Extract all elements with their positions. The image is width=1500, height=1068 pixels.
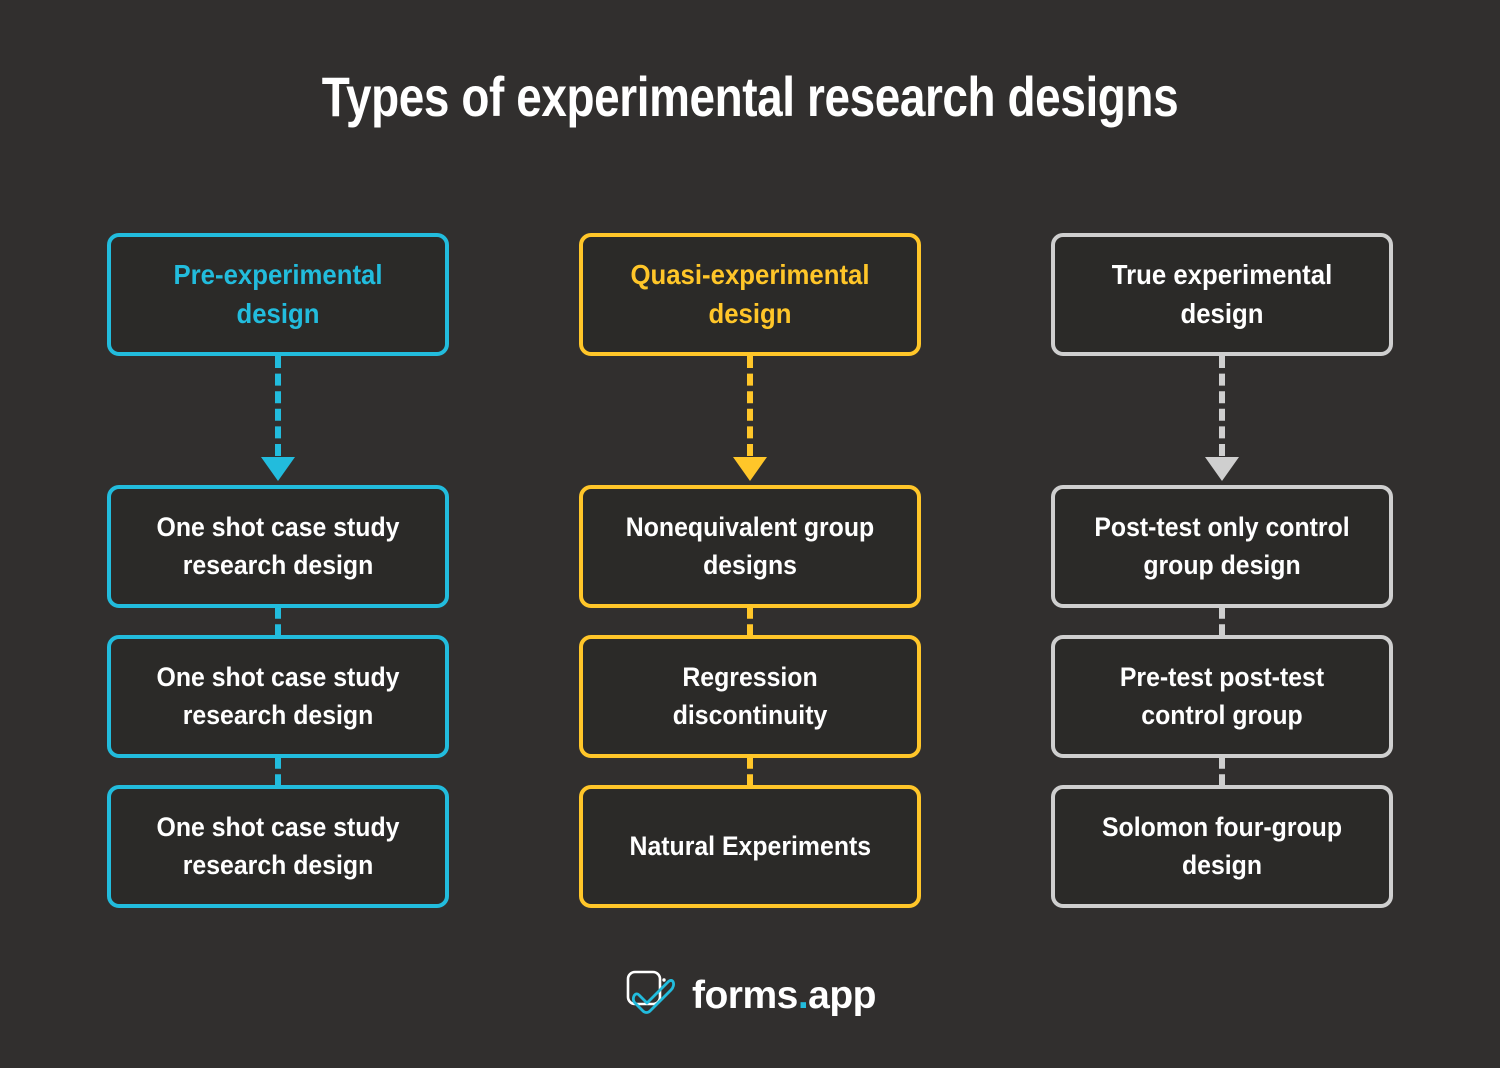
arrowhead-down-icon [733, 457, 767, 481]
node-true-item-3[interactable]: Solomon four-group design [1051, 785, 1393, 908]
node-label: Nonequivalent group designs [625, 512, 875, 580]
dashed-line [747, 758, 753, 785]
node-label: True experimental design [1111, 258, 1333, 329]
node-label: Regression discontinuity [672, 662, 828, 730]
dashed-line [1219, 608, 1225, 635]
node-quasi-experimental-design[interactable]: Quasi-experimental design [579, 233, 921, 356]
node-true-item-1[interactable]: Post-test only control group design [1051, 485, 1393, 608]
node-quasi-item-1[interactable]: Nonequivalent group designs [579, 485, 921, 608]
node-pre-experimental-design[interactable]: Pre-experimental design [107, 233, 449, 356]
dashed-line [747, 356, 753, 456]
node-label: Pre-experimental design [173, 258, 383, 329]
connector-item-1-to-item-2 [1051, 608, 1393, 635]
node-true-item-2[interactable]: Pre-test post-test control group [1051, 635, 1393, 758]
connector-item-2-to-item-3 [1051, 758, 1393, 785]
page-title: Types of experimental research designs [321, 65, 1179, 128]
dashed-line [747, 608, 753, 635]
node-label: Natural Experiments [629, 830, 871, 861]
node-pre-item-3[interactable]: One shot case study research design [107, 785, 449, 908]
connector-item-2-to-item-3 [107, 758, 449, 785]
node-pre-item-2[interactable]: One shot case study research design [107, 635, 449, 758]
connector-arrow-head-to-item-1 [579, 356, 921, 485]
node-quasi-item-3[interactable]: Natural Experiments [579, 785, 921, 908]
node-label: Quasi-experimental design [630, 258, 870, 329]
brand-suffix: app [808, 973, 877, 1017]
forms-app-check-logo-icon [626, 970, 675, 1014]
node-quasi-item-2[interactable]: Regression discontinuity [579, 635, 921, 758]
brand-name: forms [691, 973, 798, 1017]
dashed-line [1219, 758, 1225, 785]
footer-brand: forms.app [0, 968, 1500, 1022]
dashed-line [275, 608, 281, 635]
node-label: One shot case study research design [156, 512, 400, 580]
node-label: One shot case study research design [156, 662, 400, 730]
infographic-canvas: Types of experimental research designs P… [0, 0, 1500, 1068]
node-label: Post-test only control group design [1094, 512, 1350, 580]
brand-dot: . [797, 973, 809, 1017]
connector-item-1-to-item-2 [579, 608, 921, 635]
node-true-experimental-design[interactable]: True experimental design [1051, 233, 1393, 356]
node-label: Solomon four-group design [1101, 812, 1343, 880]
dashed-line [1219, 356, 1225, 456]
node-label: One shot case study research design [156, 812, 400, 880]
connector-arrow-head-to-item-1 [1051, 356, 1393, 485]
column-quasi-experimental: Quasi-experimental design Nonequivalent … [579, 233, 921, 913]
arrowhead-down-icon [261, 457, 295, 481]
connector-arrow-head-to-item-1 [107, 356, 449, 485]
dashed-line [275, 356, 281, 456]
brand-wordmark: forms.app [691, 973, 877, 1017]
column-true-experimental: True experimental design Post-test only … [1051, 233, 1393, 913]
node-label: Pre-test post-test control group [1119, 662, 1325, 730]
connector-item-2-to-item-3 [579, 758, 921, 785]
connector-item-1-to-item-2 [107, 608, 449, 635]
column-pre-experimental: Pre-experimental design One shot case st… [107, 233, 449, 913]
dashed-line [275, 758, 281, 785]
diagram-columns: Pre-experimental design One shot case st… [0, 233, 1500, 913]
arrowhead-down-icon [1205, 457, 1239, 481]
node-pre-item-1[interactable]: One shot case study research design [107, 485, 449, 608]
